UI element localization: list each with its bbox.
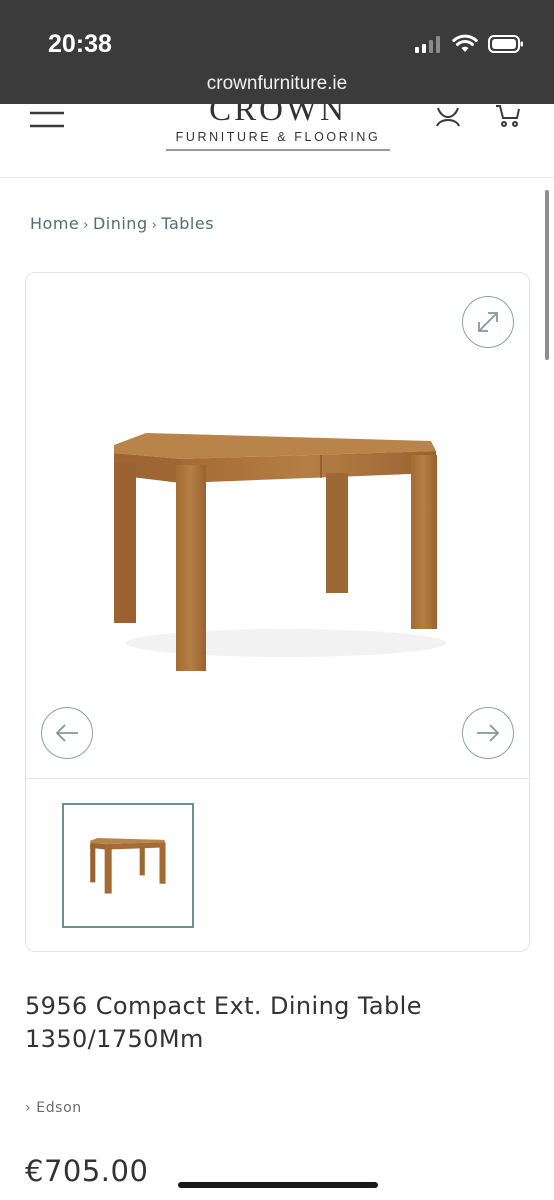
menu-icon[interactable] bbox=[30, 110, 66, 130]
breadcrumb-separator: › bbox=[83, 218, 89, 233]
breadcrumb-home[interactable]: Home bbox=[30, 214, 79, 233]
expand-image-button[interactable] bbox=[462, 296, 514, 348]
account-icon[interactable] bbox=[434, 104, 462, 128]
expand-icon bbox=[478, 312, 498, 332]
thumbnail-item[interactable] bbox=[62, 803, 194, 928]
product-price: €705.00 bbox=[25, 1154, 149, 1188]
logo-wordmark: CROWN bbox=[209, 104, 347, 128]
breadcrumb-dining[interactable]: Dining bbox=[93, 214, 148, 233]
gallery-divider bbox=[26, 778, 529, 779]
site-header: CROWN FURNITURE & FLOORING bbox=[0, 104, 554, 178]
breadcrumb-separator: › bbox=[151, 218, 158, 233]
breadcrumb-tables[interactable]: Tables bbox=[161, 214, 214, 233]
address-bar-url[interactable]: crownfurniture.ie bbox=[0, 73, 554, 95]
arrow-right-icon bbox=[477, 724, 500, 742]
breadcrumb: Home › Dining › Tables bbox=[30, 214, 214, 233]
status-bar: 20:38 crownfurniture.ie bbox=[0, 0, 554, 104]
thumbnail-image bbox=[90, 837, 166, 894]
battery-icon bbox=[488, 35, 523, 53]
next-image-button[interactable] bbox=[462, 707, 514, 759]
cart-icon[interactable] bbox=[494, 104, 522, 128]
scrollbar[interactable] bbox=[545, 190, 549, 360]
home-indicator[interactable] bbox=[178, 1182, 378, 1188]
product-title: 5956 Compact Ext. Dining Table 1350/1750… bbox=[25, 992, 422, 1053]
status-time: 20:38 bbox=[48, 30, 112, 58]
logo-underline bbox=[166, 149, 390, 151]
product-main-image bbox=[114, 433, 446, 671]
product-brand-link[interactable]: › Edson bbox=[25, 1100, 82, 1116]
signal-icon bbox=[415, 36, 440, 53]
wifi-icon bbox=[452, 34, 478, 52]
site-logo[interactable]: CROWN FURNITURE & FLOORING bbox=[166, 104, 390, 151]
previous-image-button[interactable] bbox=[41, 707, 93, 759]
logo-tagline: FURNITURE & FLOORING bbox=[175, 130, 381, 144]
arrow-left-icon bbox=[55, 724, 78, 742]
product-gallery bbox=[25, 272, 530, 952]
status-icons bbox=[414, 34, 524, 54]
